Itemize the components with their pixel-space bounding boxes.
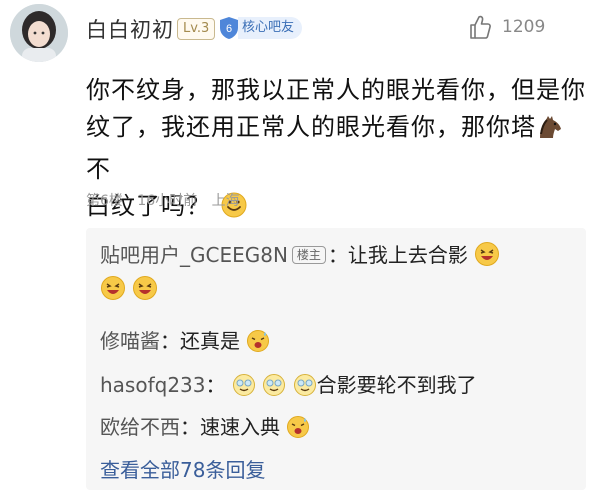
reply-text: ：让我上去合影 [327,243,468,267]
cry-laugh-emoji-icon [293,373,317,405]
cry-laugh-emoji-icon [232,373,256,405]
reply-emoji-row [100,274,158,309]
reply-item[interactable]: 欧给不西：速速入典 [100,412,310,447]
reply-author[interactable]: 贴吧用户_GCEEG8N [100,243,288,267]
post-meta: 第6楼 16小时前 上海 [86,190,250,210]
reply-list: 贴吧用户_GCEEG8N 楼主 ：让我上去合影 修喵酱：还真是 hasofq23… [86,228,586,490]
avatar[interactable] [10,4,68,62]
avatar-image [10,4,68,62]
laugh-emoji-icon [474,241,500,275]
thumbs-up-icon [470,15,491,39]
laugh-emoji-icon [100,275,126,309]
post-line: 纹了，我还用正常人的眼光看你，那你塔 不 [86,109,586,188]
floor-number: 第6楼 [86,193,123,209]
reply-author[interactable]: hasofq233 [100,373,206,397]
comment-card: 白白初初 Lv.3 6 核心吧友 1209 你不纹身，那我以正常人的眼光看你，但… [0,0,600,490]
reply-author[interactable]: 欧给不西 [100,415,180,439]
reply-item[interactable]: hasofq233： 合影要轮不到我了 [100,370,477,405]
host-tag: 楼主 [291,246,326,264]
laugh-emoji-icon [132,275,158,309]
view-all-replies-link[interactable]: 查看全部78条回复 [100,454,265,483]
like-count: 1209 [502,17,546,37]
fan-badge: 6 核心吧友 [218,15,303,41]
post-text: 不 [86,155,111,183]
post-text: 纹了，我还用正常人的眼光看你，那你塔 [86,113,536,141]
level-badge: Lv.3 [177,18,216,40]
reply-text: ： [205,373,226,397]
svg-text:6: 6 [226,23,232,35]
shield-icon: 6 [218,16,240,40]
sweat-emoji-icon [246,329,270,361]
horse-emoji-icon [536,114,564,151]
post-time: 16小时前 [137,193,198,209]
reply-item[interactable]: 贴吧用户_GCEEG8N 楼主 ：让我上去合影 [100,240,500,275]
username[interactable]: 白白初初 [86,14,174,44]
cry-laugh-emoji-icon [262,373,286,405]
like-button[interactable] [468,14,492,40]
badge-label: 核心吧友 [238,17,303,39]
post-line: 你不纹身，那我以正常人的眼光看你，但是你 [86,76,586,104]
reply-author[interactable]: 修喵酱 [100,329,160,353]
reply-text: ：还真是 [160,329,240,353]
reply-text: 合影要轮不到我了 [316,373,477,397]
post-location: 上海 [211,193,240,209]
reply-text: ：速速入典 [180,415,280,439]
sweat-emoji-icon [286,415,310,447]
reply-item[interactable]: 修喵酱：还真是 [100,326,270,361]
